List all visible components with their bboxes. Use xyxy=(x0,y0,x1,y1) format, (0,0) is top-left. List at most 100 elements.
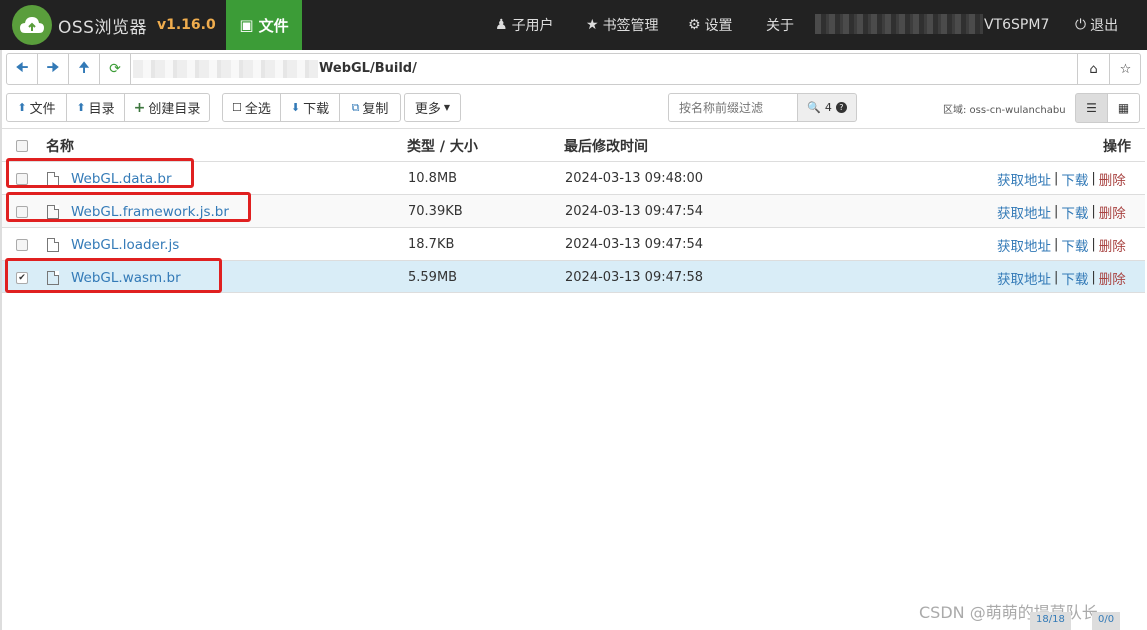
select-all-label: 全选 xyxy=(244,102,271,117)
account-suffix: VT6SPM7 xyxy=(984,17,1050,33)
upload-count: 18/18 xyxy=(1036,614,1065,625)
highlight-box xyxy=(6,158,194,188)
copy-label: 复制 xyxy=(362,102,389,117)
get-url-link[interactable]: 获取地址 xyxy=(997,169,1051,189)
get-url-link[interactable]: 获取地址 xyxy=(997,268,1051,288)
download-link[interactable]: 下载 xyxy=(1061,235,1088,255)
nav-files-label: 文件 xyxy=(258,16,289,35)
bookmark-button[interactable]: ☆ xyxy=(1109,54,1141,84)
up-button[interactable]: 🠉 xyxy=(69,54,100,84)
file-size: 10.8MB xyxy=(408,171,458,186)
search-count-button[interactable]: 🔍 4 ? xyxy=(797,93,857,122)
arrow-left-icon: 🠈 xyxy=(15,60,29,76)
star-outline-icon: ☆ xyxy=(1119,61,1132,77)
back-button[interactable]: 🠈 xyxy=(7,54,38,84)
file-size: 18.7KB xyxy=(408,237,455,252)
upload-dir-label: 目录 xyxy=(88,102,115,117)
copy-button[interactable]: ⧉ 复制 xyxy=(339,93,401,122)
help-icon: ? xyxy=(835,102,847,113)
delete-link[interactable]: 删除 xyxy=(1099,202,1126,222)
get-url-link[interactable]: 获取地址 xyxy=(997,202,1051,222)
top-navbar: OSS浏览器 v1.16.0 ▣ 文件 ♟ 子用户 ★ 书签管理 ⚙ 设置 关于… xyxy=(0,0,1147,50)
account-name[interactable]: VT6SPM7 xyxy=(984,0,1049,50)
row-checkbox[interactable] xyxy=(16,238,28,251)
arrow-right-icon: 🠊 xyxy=(46,60,60,76)
select-all-checkbox[interactable] xyxy=(16,139,28,152)
folder-icon: ▣ xyxy=(239,16,254,34)
highlight-box xyxy=(5,258,222,293)
table-row[interactable]: WebGL.loader.js 18.7KB 2024-03-13 09:47:… xyxy=(2,227,1145,260)
home-button[interactable]: ⌂ xyxy=(1077,54,1109,84)
refresh-button[interactable]: ⟳ xyxy=(100,54,131,84)
upload-icon: ⬆ xyxy=(76,101,86,114)
nav-bookmarks[interactable]: ★ 书签管理 xyxy=(586,0,659,50)
nav-bookmarks-label: 书签管理 xyxy=(602,18,659,34)
delete-link[interactable]: 删除 xyxy=(1099,268,1126,288)
users-icon: ♟ xyxy=(495,17,508,33)
list-view-button[interactable]: ☰ xyxy=(1075,93,1108,123)
text-file-icon xyxy=(47,237,59,252)
download-icon: ⬇ xyxy=(290,101,301,114)
plus-icon: + xyxy=(133,99,146,116)
delete-link[interactable]: 删除 xyxy=(1099,169,1126,189)
grid-view-button[interactable]: ▦ xyxy=(1107,93,1140,123)
delete-link[interactable]: 删除 xyxy=(1099,235,1126,255)
list-icon: ☰ xyxy=(1086,101,1097,115)
brand-name: OSS浏览器 xyxy=(58,17,147,38)
cloud-logo-icon xyxy=(12,5,52,45)
upload-progress-badge[interactable]: 18/18 xyxy=(1030,612,1071,630)
nav-logout[interactable]: ⏻ 退出 xyxy=(1075,0,1118,50)
more-dropdown[interactable]: 更多 ▼ xyxy=(404,93,461,122)
table-header: 名称 类型 / 大小 最后修改时间 操作 xyxy=(2,128,1145,161)
checkbox-outline-icon: ☐ xyxy=(232,101,242,114)
download-link[interactable]: 下载 xyxy=(1061,202,1088,222)
download-label: 下载 xyxy=(303,102,330,117)
header-modified[interactable]: 最后修改时间 xyxy=(564,129,648,162)
nav-settings[interactable]: ⚙ 设置 xyxy=(688,0,733,50)
refresh-icon: ⟳ xyxy=(109,61,121,77)
grid-icon: ▦ xyxy=(1117,101,1130,115)
upload-file-button[interactable]: ⬆ 文件 xyxy=(6,93,67,122)
file-name-link[interactable]: WebGL.loader.js xyxy=(71,237,179,253)
file-modified: 2024-03-13 09:48:00 xyxy=(565,171,704,186)
account-blur xyxy=(815,14,983,34)
copy-icon: ⧉ xyxy=(351,100,360,114)
version-label: v1.16.0 xyxy=(156,17,216,33)
brand: OSS浏览器 v1.16.0 xyxy=(0,0,216,50)
upload-dir-button[interactable]: ⬆ 目录 xyxy=(66,93,125,122)
nav-subusers[interactable]: ♟ 子用户 xyxy=(495,0,554,50)
region-label: 区域: oss-cn-wulanchabu xyxy=(943,105,1066,116)
nav-subusers-label: 子用户 xyxy=(511,18,554,34)
file-size: 70.39KB xyxy=(408,204,463,219)
download-link[interactable]: 下载 xyxy=(1061,169,1088,189)
file-modified: 2024-03-13 09:47:54 xyxy=(565,204,704,219)
forward-button[interactable]: 🠊 xyxy=(38,54,69,84)
address-input[interactable]: WebGL/Build/ xyxy=(319,61,417,76)
highlight-box xyxy=(6,192,251,222)
gear-icon: ⚙ xyxy=(688,17,701,33)
star-icon: ★ xyxy=(586,17,599,33)
upload-file-label: 文件 xyxy=(29,102,56,117)
get-url-link[interactable]: 获取地址 xyxy=(997,235,1051,255)
header-type-size[interactable]: 类型 / 大小 xyxy=(407,129,478,162)
create-dir-label: 创建目录 xyxy=(148,102,201,117)
address-bar: 🠈 🠊 🠉 ⟳ WebGL/Build/ ⌂ ☆ xyxy=(6,53,1141,85)
file-modified: 2024-03-13 09:47:54 xyxy=(565,237,704,252)
nav-about[interactable]: 关于 xyxy=(766,0,794,50)
download-button[interactable]: ⬇ 下载 xyxy=(280,93,340,122)
search-icon: 🔍 xyxy=(807,101,821,114)
filter-input[interactable] xyxy=(668,93,798,122)
search-count: 4 xyxy=(824,101,832,114)
watermark: CSDN @萌萌的提莫队长 xyxy=(919,603,1098,622)
download-progress-badge[interactable]: 0/0 xyxy=(1092,612,1121,630)
create-dir-button[interactable]: + 创建目录 xyxy=(124,93,210,122)
file-modified: 2024-03-13 09:47:58 xyxy=(565,270,704,285)
download-link[interactable]: 下载 xyxy=(1061,268,1088,288)
arrow-up-icon: 🠉 xyxy=(78,60,90,76)
select-all-button[interactable]: ☐ 全选 xyxy=(222,93,281,122)
nav-logout-label: 退出 xyxy=(1090,18,1119,34)
nav-files-tab[interactable]: ▣ 文件 xyxy=(226,0,302,50)
nav-settings-label: 设置 xyxy=(704,18,733,34)
home-icon: ⌂ xyxy=(1089,61,1098,77)
more-label: 更多 xyxy=(414,102,441,117)
